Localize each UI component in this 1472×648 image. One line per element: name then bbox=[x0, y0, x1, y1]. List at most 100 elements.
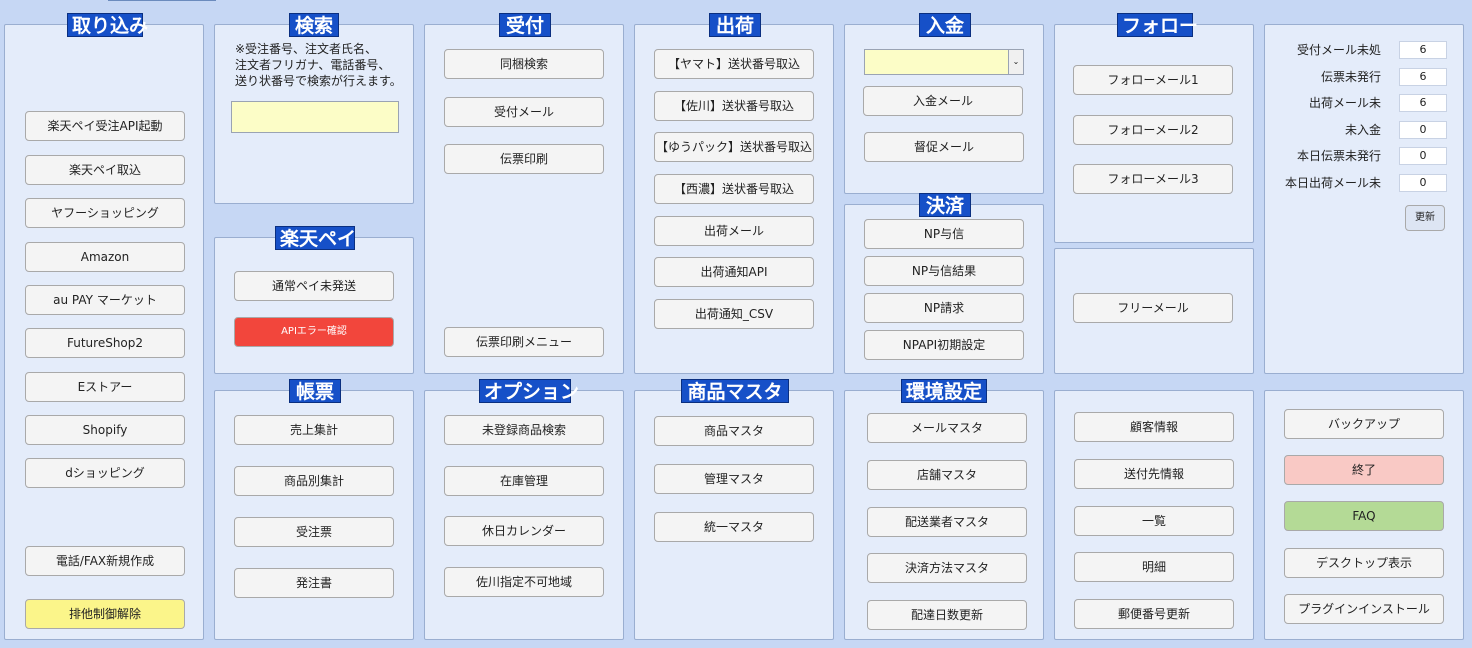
detail-button[interactable]: 明細 bbox=[1074, 552, 1234, 582]
panel-free-mail: フリーメール bbox=[1054, 248, 1254, 374]
stat-value: 0 bbox=[1399, 147, 1447, 165]
payment-mail-button[interactable]: 入金メール bbox=[863, 86, 1023, 116]
unified-master-button[interactable]: 統一マスタ bbox=[654, 512, 814, 542]
sagawa-tracking-import-button[interactable]: 【佐川】送状番号取込 bbox=[654, 91, 814, 121]
yupack-tracking-import-button[interactable]: 【ゆうパック】送状番号取込 bbox=[654, 132, 814, 162]
panel-search-title: 検索 bbox=[289, 13, 339, 37]
stat-value: 6 bbox=[1399, 41, 1447, 59]
panel-reports: 帳票 売上集計 商品別集計 受注票 発注書 bbox=[214, 379, 414, 640]
shipping-notice-csv-button[interactable]: 出荷通知_CSV bbox=[654, 299, 814, 329]
purchase-order-button[interactable]: 発注書 bbox=[234, 568, 394, 598]
inventory-management-button[interactable]: 在庫管理 bbox=[444, 466, 604, 496]
d-shopping-button[interactable]: dショッピング bbox=[25, 458, 185, 488]
management-master-button[interactable]: 管理マスタ bbox=[654, 464, 814, 494]
order-slip-button[interactable]: 受注票 bbox=[234, 517, 394, 547]
panel-settlement: 決済 NP与信 NP与信結果 NP請求 NPAPI初期設定 bbox=[844, 193, 1044, 374]
follow-mail-2-button[interactable]: フォローメール2 bbox=[1073, 115, 1233, 145]
panel-payment-title: 入金 bbox=[919, 13, 971, 37]
stat-label: 伝票未発行 bbox=[1320, 70, 1381, 84]
stat-row: 受付メール未処 6 bbox=[1265, 41, 1465, 61]
payment-method-master-button[interactable]: 決済方法マスタ bbox=[867, 553, 1027, 583]
holiday-calendar-button[interactable]: 休日カレンダー bbox=[444, 516, 604, 546]
phone-fax-new-order-button[interactable]: 電話/FAX新規作成 bbox=[25, 546, 185, 576]
exit-button[interactable]: 終了 bbox=[1284, 455, 1444, 485]
sales-summary-button[interactable]: 売上集計 bbox=[234, 415, 394, 445]
desktop-show-button[interactable]: デスクトップ表示 bbox=[1284, 548, 1444, 578]
window-tab-edge bbox=[108, 0, 216, 1]
backup-button[interactable]: バックアップ bbox=[1284, 409, 1444, 439]
list-button[interactable]: 一覧 bbox=[1074, 506, 1234, 536]
api-error-check-button[interactable]: APIエラー確認 bbox=[234, 317, 394, 347]
stat-value: 6 bbox=[1399, 94, 1447, 112]
stat-value: 0 bbox=[1399, 121, 1447, 139]
product-master-button[interactable]: 商品マスタ bbox=[654, 416, 814, 446]
refresh-button[interactable]: 更新 bbox=[1405, 205, 1445, 231]
product-summary-button[interactable]: 商品別集計 bbox=[234, 466, 394, 496]
yamato-tracking-import-button[interactable]: 【ヤマト】送状番号取込 bbox=[654, 49, 814, 79]
panel-product-master: 商品マスタ 商品マスタ 管理マスタ 統一マスタ bbox=[634, 379, 834, 640]
faq-button[interactable]: FAQ bbox=[1284, 501, 1444, 531]
panel-status-counts: 受付メール未処 6 伝票未発行 6 出荷メール未 6 未入金 0 本日伝票未発行… bbox=[1264, 24, 1464, 374]
stat-label: 本日伝票未発行 bbox=[1296, 149, 1381, 163]
postal-code-update-button[interactable]: 郵便番号更新 bbox=[1074, 599, 1234, 629]
np-credit-result-button[interactable]: NP与信結果 bbox=[864, 256, 1024, 286]
np-api-init-button[interactable]: NPAPI初期設定 bbox=[864, 330, 1024, 360]
panel-settings-title: 環境設定 bbox=[901, 379, 987, 403]
release-exclusive-lock-button[interactable]: 排他制御解除 bbox=[25, 599, 185, 629]
store-master-button[interactable]: 店舗マスタ bbox=[867, 460, 1027, 490]
stat-value: 0 bbox=[1399, 174, 1447, 192]
panel-shipping: 出荷 【ヤマト】送状番号取込 【佐川】送状番号取込 【ゆうパック】送状番号取込 … bbox=[634, 13, 834, 374]
plugin-install-button[interactable]: プラグインインストール bbox=[1284, 594, 1444, 624]
payment-select[interactable]: ⌄ bbox=[864, 49, 1024, 75]
stat-label: 出荷メール未 bbox=[1308, 96, 1381, 110]
mail-master-button[interactable]: メールマスタ bbox=[867, 413, 1027, 443]
shipping-mail-button[interactable]: 出荷メール bbox=[654, 216, 814, 246]
panel-settlement-title: 決済 bbox=[919, 193, 971, 217]
stat-label: 受付メール未処 bbox=[1296, 43, 1381, 57]
panel-reception-title: 受付 bbox=[499, 13, 551, 37]
delivery-address-info-button[interactable]: 送付先情報 bbox=[1074, 459, 1234, 489]
normal-pay-unshipped-button[interactable]: 通常ペイ未発送 bbox=[234, 271, 394, 301]
stat-row: 伝票未発行 6 bbox=[1265, 68, 1465, 88]
panel-import: 取り込み 楽天ペイ受注API起動 楽天ペイ取込 ヤフーショッピング Amazon… bbox=[4, 13, 204, 640]
panel-payment: 入金 ⌄ 入金メール 督促メール bbox=[844, 13, 1044, 194]
panel-rakuten-pay-title: 楽天ペイ bbox=[275, 226, 356, 250]
sagawa-restricted-area-button[interactable]: 佐川指定不可地域 bbox=[444, 567, 604, 597]
follow-mail-1-button[interactable]: フォローメール1 bbox=[1073, 65, 1233, 95]
reception-mail-button[interactable]: 受付メール bbox=[444, 97, 604, 127]
seino-tracking-import-button[interactable]: 【西濃】送状番号取込 bbox=[654, 174, 814, 204]
chevron-down-icon[interactable]: ⌄ bbox=[1008, 50, 1023, 74]
panel-import-title: 取り込み bbox=[67, 13, 148, 37]
stat-row: 本日伝票未発行 0 bbox=[1265, 147, 1465, 167]
rakuten-pay-import-button[interactable]: 楽天ペイ取込 bbox=[25, 155, 185, 185]
delivery-days-update-button[interactable]: 配達日数更新 bbox=[867, 600, 1027, 630]
panel-follow-title: フォロー bbox=[1117, 13, 1198, 37]
dunning-mail-button[interactable]: 督促メール bbox=[864, 132, 1024, 162]
panel-search: 検索 ※受注番号、注文者氏名、 注文者フリガナ、電話番号、 送り状番号で検索が行… bbox=[214, 13, 414, 204]
rakuten-pay-api-launch-button[interactable]: 楽天ペイ受注API起動 bbox=[25, 111, 185, 141]
panel-reception: 受付 同梱検索 受付メール 伝票印刷 伝票印刷メニュー bbox=[424, 13, 624, 374]
au-pay-market-button[interactable]: au PAY マーケット bbox=[25, 285, 185, 315]
np-billing-button[interactable]: NP請求 bbox=[864, 293, 1024, 323]
stat-row: 未入金 0 bbox=[1265, 121, 1465, 141]
stat-label: 本日出荷メール未 bbox=[1284, 176, 1381, 190]
panel-options: オプション 未登録商品検索 在庫管理 休日カレンダー 佐川指定不可地域 bbox=[424, 379, 624, 640]
slip-print-menu-button[interactable]: 伝票印刷メニュー bbox=[444, 327, 604, 357]
shopify-button[interactable]: Shopify bbox=[25, 415, 185, 445]
e-store-button[interactable]: Eストアー bbox=[25, 372, 185, 402]
yahoo-shopping-button[interactable]: ヤフーショッピング bbox=[25, 198, 185, 228]
np-credit-button[interactable]: NP与信 bbox=[864, 219, 1024, 249]
search-input[interactable] bbox=[231, 101, 399, 133]
free-mail-button[interactable]: フリーメール bbox=[1073, 293, 1233, 323]
bundle-search-button[interactable]: 同梱検索 bbox=[444, 49, 604, 79]
stat-row: 本日出荷メール未 0 bbox=[1265, 174, 1465, 194]
follow-mail-3-button[interactable]: フォローメール3 bbox=[1073, 164, 1233, 194]
futureshop2-button[interactable]: FutureShop2 bbox=[25, 328, 185, 358]
carrier-master-button[interactable]: 配送業者マスタ bbox=[867, 507, 1027, 537]
shipping-notice-api-button[interactable]: 出荷通知API bbox=[654, 257, 814, 287]
slip-print-button[interactable]: 伝票印刷 bbox=[444, 144, 604, 174]
customer-info-button[interactable]: 顧客情報 bbox=[1074, 412, 1234, 442]
unregistered-product-search-button[interactable]: 未登録商品検索 bbox=[444, 415, 604, 445]
amazon-button[interactable]: Amazon bbox=[25, 242, 185, 272]
panel-system: バックアップ 終了 FAQ デスクトップ表示 プラグインインストール bbox=[1264, 390, 1464, 640]
